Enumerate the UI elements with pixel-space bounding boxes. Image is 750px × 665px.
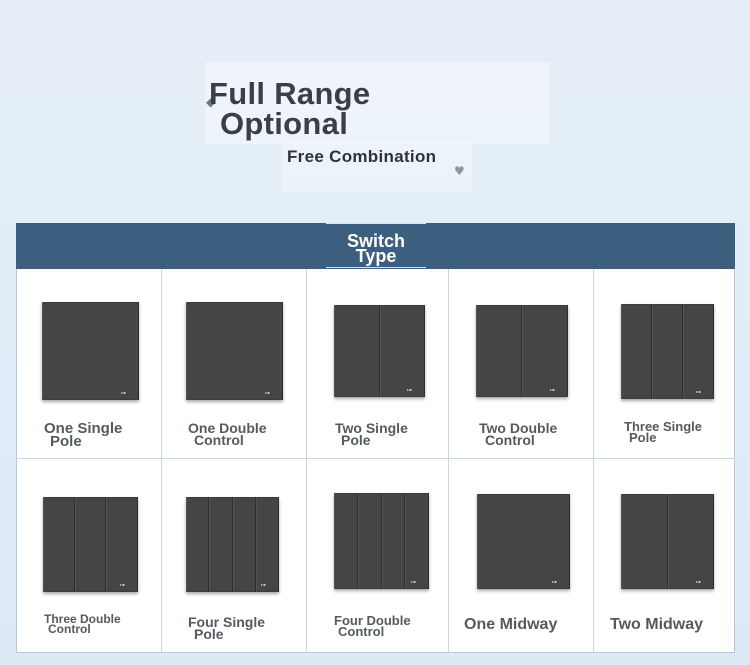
switch-type-label-line2: Pole [629,430,657,445]
switch-type-label-line1: One Midway [464,616,558,633]
switch-gang [683,304,714,399]
brand-logo-icon: ▸▪ [121,390,126,395]
switch-type-cell[interactable]: ▸▪ Four Double Control [307,459,449,653]
switch-gang [209,497,233,592]
brand-logo-icon: ▸▪ [552,579,557,584]
hero-title-line1: Full Range [209,76,371,111]
switch-type-cell[interactable]: ▸▪ One Double Control [162,269,307,459]
switch-type-cell[interactable]: ▸▪ Two Double Control [449,269,594,459]
switch-type-cell[interactable]: ▸▪ Two Midway [594,459,735,653]
switch-type-cell[interactable]: ▸▪ One Single Pole [16,269,162,459]
switch-panel-image: ▸▪ [42,302,139,400]
hero-title-line2: Optional [220,106,349,141]
switch-panel-image: ▸▪ [334,493,429,589]
switch-gang [334,305,380,397]
switch-panel-image: ▸▪ [621,494,714,589]
switch-type-label-line2: Pole [194,626,224,642]
switch-panel-image: ▸▪ [477,494,570,589]
switch-gang [621,304,652,399]
switch-type-label-line2: Pole [341,432,371,448]
brand-logo-icon: ▸▪ [265,390,270,395]
brand-logo-icon: ▸▪ [411,579,416,584]
brand-logo-icon: ▸▪ [261,582,266,587]
switch-type-cell[interactable]: ▸▪ Four Single Pole [162,459,307,653]
switch-type-label-line2: Control [485,432,535,448]
switch-type-cell[interactable]: ▸▪ One Midway [449,459,594,653]
switch-gang [186,302,283,400]
switch-gang [186,497,210,592]
switch-gang [75,497,107,592]
switch-gang [382,493,406,589]
switch-type-label-line2: Pole [50,433,82,450]
switch-panel-image: ▸▪ [334,305,425,397]
switch-type-cell[interactable]: ▸▪ Two Single Pole [307,269,449,459]
switch-gang [477,494,570,589]
switch-gang [256,497,279,592]
switch-gang [233,497,256,592]
header-divider-bottom [326,267,426,268]
heart-icon: ♥ [454,164,465,178]
switch-type-label-line2: Control [48,622,91,636]
brand-logo-icon: ▸▪ [696,389,701,394]
switch-type-label-line2: Control [338,624,385,639]
switch-panel-image: ▸▪ [186,497,279,592]
switch-gang [43,497,75,592]
switch-panel-image: ▸▪ [476,305,568,397]
switch-gang [668,494,714,589]
switch-panel-image: ▸▪ [43,497,139,592]
switch-gang [42,302,139,400]
switch-gang [380,305,425,397]
switch-panel-image: ▸▪ [621,304,714,399]
switch-type-label-line1: Two Midway [610,616,704,633]
switch-gang [358,493,382,589]
switch-type-cell[interactable]: ▸▪ Three Single Pole [594,269,735,459]
switch-gang [334,493,358,589]
switch-type-label-line2: Control [194,432,244,448]
switch-type-title-line2: Type [355,246,397,266]
switch-gang [522,305,568,397]
switch-type-title: Switch Type [320,232,432,266]
brand-logo-icon: ▸▪ [407,387,412,392]
switch-panel-image: ▸▪ [186,302,283,400]
brand-logo-icon: ▸▪ [550,387,555,392]
switch-gang [476,305,522,397]
switch-gang [621,494,668,589]
switch-gang [106,497,139,592]
brand-logo-icon: ▸▪ [696,579,701,584]
hero-subtitle: Free Combination [287,147,437,166]
switch-type-cell[interactable]: ▸▪ Three Double Control [16,459,162,653]
switch-gang [405,493,429,589]
brand-logo-icon: ▸▪ [120,582,125,587]
header-divider-top [326,223,426,224]
switch-type-grid: ▸▪ One Single Pole ▸▪ One Double Control ▸▪ Two… [16,269,735,653]
switch-gang [652,304,683,399]
